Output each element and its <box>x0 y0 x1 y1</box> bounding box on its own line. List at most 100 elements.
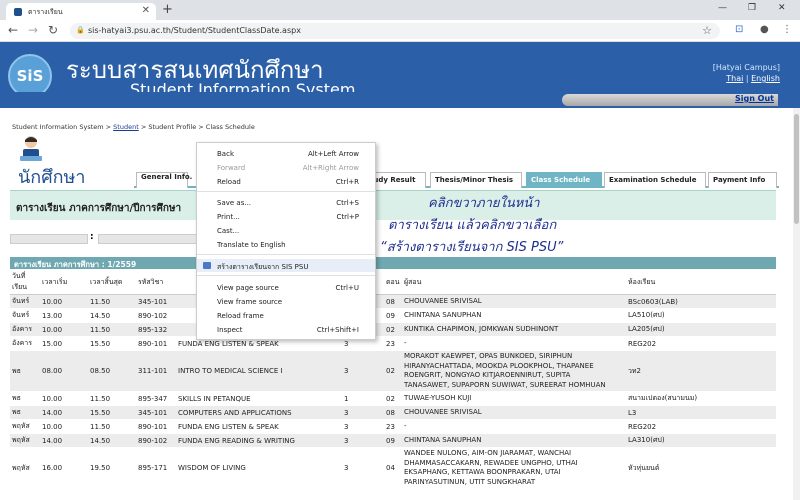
menu-item-create-schedule[interactable]: สร้างตารางเรียนจาก SIS PSU <box>197 259 375 272</box>
cell-code: 890-102 <box>136 433 176 448</box>
address-bar[interactable]: 🔒 sis-hatyai3.psu.ac.th/Student/StudentC… <box>70 23 720 39</box>
menu-separator <box>197 254 375 255</box>
menu-label: View frame source <box>217 298 283 306</box>
cell-room: วท2 <box>626 350 776 392</box>
cell-room: LA310(ศป) <box>626 433 776 448</box>
cell-instructor: WANDEE NULONG, AIM-ON JIARAMAT, WANCHAI … <box>402 447 626 489</box>
tab-examination-schedule[interactable]: Examination Schedule <box>604 172 706 188</box>
cell-start: 10.00 <box>40 322 88 337</box>
bookmark-star-icon[interactable]: ☆ <box>702 24 712 37</box>
cell-room: REG202 <box>626 336 776 351</box>
tab-class-schedule[interactable]: Class Schedule <box>526 172 602 188</box>
campus-info: [Hatyai Campus] Thai | English <box>713 62 780 84</box>
cell-room: L3 <box>626 405 776 420</box>
cell-instructor: - <box>402 419 626 434</box>
col-start: เวลาเริ่ม <box>40 270 88 295</box>
cell-start: 14.00 <box>40 433 88 448</box>
page-scrollbar[interactable] <box>793 108 800 500</box>
cell-start: 15.00 <box>40 336 88 351</box>
cell-sec: 09 <box>384 308 402 323</box>
lang-english-link[interactable]: English <box>751 74 780 83</box>
tab-general-info[interactable]: General Info. <box>136 172 192 188</box>
reload-icon[interactable]: ↻ <box>48 23 58 37</box>
cell-day: พธ <box>10 391 40 406</box>
annotation-line3: “สร้างตารางเรียนจาก SIS PSU” <box>380 240 564 255</box>
sign-out-link[interactable]: Sign Out <box>735 94 774 103</box>
cell-sec: 02 <box>384 322 402 337</box>
cell-end: 14.50 <box>88 433 136 448</box>
cell-credit: 3 <box>342 433 384 448</box>
menu-item-inspect[interactable]: Inspect Ctrl+Shift+I <box>197 323 375 336</box>
browser-window: ตารางเรียน ✕ + — ❐ ✕ ← → ↻ 🔒 sis-hatyai3… <box>0 0 800 500</box>
cell-sec: 08 <box>384 405 402 420</box>
close-window-icon[interactable]: ✕ <box>778 3 786 13</box>
close-tab-icon[interactable]: ✕ <box>142 5 150 16</box>
cell-code: 345-101 <box>136 294 176 309</box>
forward-icon[interactable]: → <box>28 23 38 37</box>
cell-instructor: TUWAE-YUSOH KUJI <box>402 391 626 406</box>
cell-start: 08.00 <box>40 350 88 392</box>
menu-item-reload-frame[interactable]: Reload frame <box>197 309 375 322</box>
extension-icon[interactable]: ⊡ <box>735 24 743 35</box>
cell-name: COMPUTERS AND APPLICATIONS <box>176 405 342 420</box>
new-tab-button[interactable]: + <box>162 2 173 17</box>
cell-name: WISDOM OF LIVING <box>176 447 342 489</box>
table-row: พธ 14.00 15.50 345-101 COMPUTERS AND APPLICA… <box>10 405 776 420</box>
menu-shortcut: Ctrl+R <box>335 178 359 186</box>
col-instructor: ผู้สอน <box>402 270 626 295</box>
menu-item-cast[interactable]: Cast... <box>197 224 375 237</box>
cell-code: 890-101 <box>136 419 176 434</box>
menu-shortcut: Alt+Right Arrow <box>302 164 359 172</box>
maximize-icon[interactable]: ❐ <box>748 3 756 13</box>
breadcrumb-root: Student Information System > <box>12 123 114 131</box>
menu-item-back[interactable]: Back Alt+Left Arrow <box>197 147 375 160</box>
cell-code: 890-102 <box>136 308 176 323</box>
cell-room: LA205(ศป) <box>626 322 776 337</box>
cell-instructor: - <box>402 336 626 351</box>
lock-icon: 🔒 <box>76 26 85 34</box>
menu-item-forward[interactable]: Forward Alt+Right Arrow <box>197 161 375 174</box>
menu-item-view-source[interactable]: View page source Ctrl+U <box>197 281 375 294</box>
menu-item-print[interactable]: Print... Ctrl+P <box>197 210 375 223</box>
cell-start: 10.00 <box>40 391 88 406</box>
cell-end: 19.50 <box>88 447 136 489</box>
semester-select[interactable] <box>10 234 88 244</box>
term-bar: ตารางเรียน ภาคการศึกษา : 1/2559 <box>10 257 776 269</box>
scrollbar-thumb[interactable] <box>794 114 799 224</box>
menu-item-reload[interactable]: Reload Ctrl+R <box>197 175 375 188</box>
cell-end: 14.50 <box>88 308 136 323</box>
col-section: ตอน <box>384 270 402 295</box>
cell-day: จันทร์ <box>10 294 40 309</box>
cell-instructor: CHOUVANEE SRIVISAL <box>402 294 626 309</box>
cell-day: อังคาร <box>10 322 40 337</box>
tab-strip: ตารางเรียน ✕ + — ❐ ✕ <box>0 0 800 20</box>
breadcrumb: Student Information System > Student > S… <box>12 123 255 131</box>
menu-item-save-as[interactable]: Save as... Ctrl+S <box>197 196 375 209</box>
menu-item-view-frame-source[interactable]: View frame source <box>197 295 375 308</box>
tab-thesis[interactable]: Thesis/Minor Thesis <box>430 172 522 188</box>
cell-sec: 02 <box>384 391 402 406</box>
schedule-body: จันทร์10.0011.50345-101308CHOUVANEE SRIV… <box>10 294 776 489</box>
cell-start: 13.00 <box>40 308 88 323</box>
cell-room: สนามเปตอง(สนามนม) <box>626 391 776 406</box>
student-label: นักศึกษา <box>18 167 86 188</box>
cell-day: พธ <box>10 350 40 392</box>
select-separator: : <box>90 232 94 242</box>
browser-tab[interactable]: ตารางเรียน ✕ <box>6 3 156 20</box>
cell-day: จันทร์ <box>10 308 40 323</box>
profile-icon[interactable]: ● <box>760 24 769 35</box>
breadcrumb-student-link[interactable]: Student <box>113 123 139 131</box>
tab-payment-info[interactable]: Payment Info <box>708 172 777 188</box>
lang-thai-link[interactable]: Thai <box>726 74 743 83</box>
cell-instructor: CHINTANA SANUPHAN <box>402 308 626 323</box>
menu-item-translate[interactable]: Translate to English <box>197 238 375 251</box>
cell-code: 895-132 <box>136 322 176 337</box>
minimize-icon[interactable]: — <box>718 3 727 13</box>
menu-label: สร้างตารางเรียนจาก SIS PSU <box>217 263 309 271</box>
browser-menu-icon[interactable]: ⋮ <box>782 24 792 35</box>
year-select[interactable] <box>98 234 198 244</box>
menu-shortcut: Ctrl+S <box>336 199 359 207</box>
back-icon[interactable]: ← <box>8 23 18 37</box>
table-row: จันทร์10.0011.50345-101308CHOUVANEE SRIV… <box>10 294 776 309</box>
menu-shortcut: Ctrl+P <box>336 213 359 221</box>
